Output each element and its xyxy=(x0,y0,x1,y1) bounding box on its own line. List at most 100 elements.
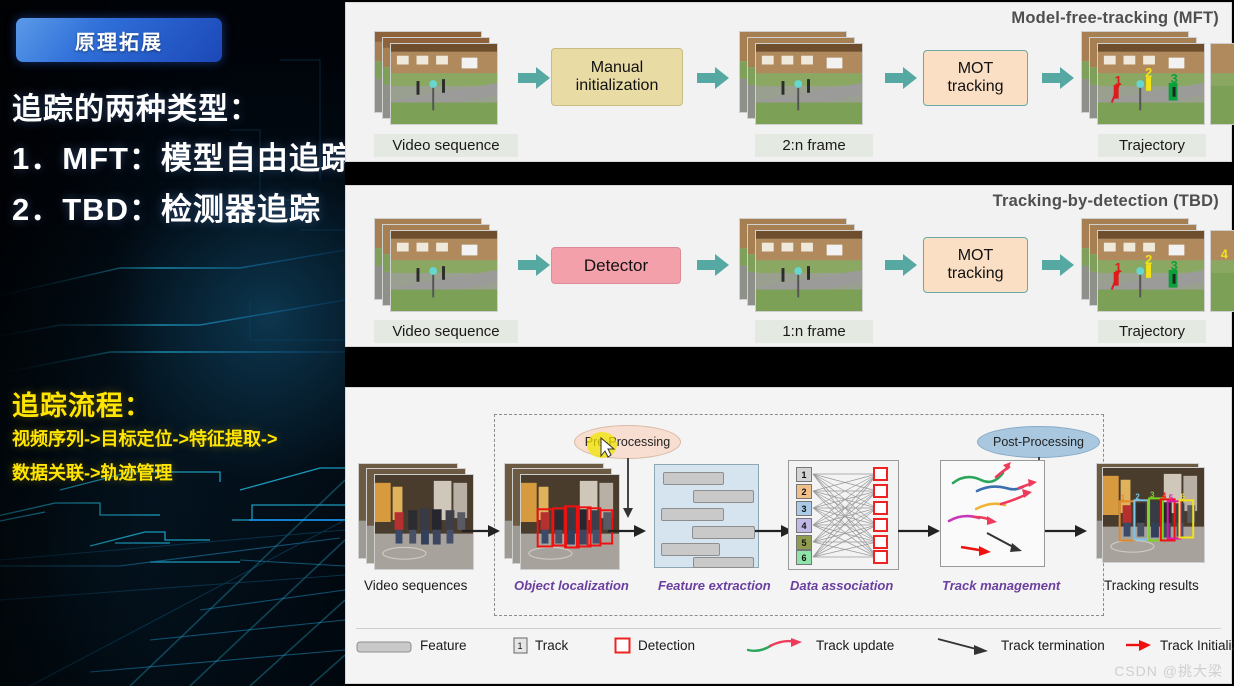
pipeline-arrow-4 xyxy=(898,525,940,537)
tracking-type-item-mft: 1．MFT：模型自由追踪 xyxy=(12,141,345,176)
tbd-arrow-4 xyxy=(1042,254,1074,276)
legend-label-feature: Feature xyxy=(420,638,467,653)
mft-mot-tracking-box: MOT tracking xyxy=(923,50,1028,106)
slide-canvas: 原理拓展 追踪的两种类型： 1．MFT：模型自由追踪 2．TBD：检测器追踪 追… xyxy=(0,0,1234,686)
video-sequences-stack xyxy=(358,463,478,575)
data-association-box: 1 2 3 4 5 6 xyxy=(788,460,899,570)
mft-arrow-4 xyxy=(1042,67,1074,89)
left-text-panel: 原理拓展 追踪的两种类型： 1．MFT：模型自由追踪 2．TBD：检测器追踪 追… xyxy=(0,0,345,686)
svg-text:1: 1 xyxy=(518,641,523,651)
feature-bar xyxy=(663,472,724,485)
feature-bar xyxy=(693,557,754,568)
tbd-arrow-2 xyxy=(697,254,729,276)
tracking-flow-line-2: 数据关联->轨迹管理 xyxy=(12,463,173,483)
track-id-2: 2 xyxy=(796,484,812,499)
track-id-6: 6 xyxy=(796,550,812,565)
feature-bar xyxy=(692,526,755,539)
tracking-flow-line-1: 视频序列->目标定位->特征提取-> xyxy=(12,429,278,449)
pipeline-arrow-5 xyxy=(1045,525,1087,537)
pipeline-arrow-2 xyxy=(608,525,646,537)
track-id-3: 3 xyxy=(796,501,812,516)
svg-text:4: 4 xyxy=(1221,246,1228,261)
detection-slot xyxy=(873,467,888,481)
mft-step2-line1: MOT xyxy=(957,59,994,77)
track-number-icon: 1 xyxy=(513,637,528,654)
feature-bar xyxy=(661,508,724,521)
tracking-types-heading: 追踪的两种类型： xyxy=(12,93,260,126)
tbd-middle-caption: 1:n frame xyxy=(755,320,873,343)
detection-slot xyxy=(873,535,888,549)
legend-label-track-termination: Track termination xyxy=(1001,638,1105,653)
pipeline-arrow-1 xyxy=(462,525,500,537)
track-id-5: 5 xyxy=(796,535,812,550)
section-badge: 原理拓展 xyxy=(16,18,222,62)
detection-slot xyxy=(873,550,888,564)
section-badge-label: 原理拓展 xyxy=(75,31,163,54)
mft-step1-line1: Manual xyxy=(590,58,644,76)
tbd-output-frame-stack: 1 2 3 4 xyxy=(1081,218,1234,318)
track-termination-icon xyxy=(937,638,988,655)
svg-text:6: 6 xyxy=(1180,492,1185,501)
mft-diagram: Model-free-tracking (MFT) Video sequence… xyxy=(345,2,1234,162)
stage-label-video-sequences: Video sequences xyxy=(364,578,468,593)
stage-label-track-management: Track management xyxy=(942,578,1061,593)
detection-slot xyxy=(873,518,888,532)
mft-diagram-title: Model-free-tracking (MFT) xyxy=(1011,9,1219,27)
legend-divider xyxy=(356,628,1221,629)
stage-label-feature-extraction: Feature extraction xyxy=(658,578,771,593)
mft-input-frame-stack xyxy=(374,31,504,131)
legend-label-track-update: Track update xyxy=(816,638,895,653)
legend-label-track-initialization: Track Initialization xyxy=(1160,638,1234,653)
tbd-step2-line1: MOT xyxy=(957,246,994,264)
feature-extraction-box xyxy=(654,464,759,568)
tbd-diagram: Tracking-by-detection (TBD) Video sequen… xyxy=(345,185,1234,347)
feature-bar xyxy=(661,543,720,556)
tbd-arrow-1 xyxy=(518,254,550,276)
tbd-step2-line2: tracking xyxy=(947,265,1004,282)
svg-text:3: 3 xyxy=(1150,490,1155,499)
mft-input-caption: Video sequence xyxy=(374,134,518,157)
tbd-middle-frame-stack xyxy=(739,218,869,318)
tracking-type-item-tbd: 2．TBD：检测器追踪 xyxy=(12,192,321,227)
mft-arrow-3 xyxy=(885,67,917,89)
track-update-icon xyxy=(746,638,802,653)
tbd-input-frame-stack xyxy=(374,218,504,318)
legend-label-track: Track xyxy=(535,638,569,653)
svg-text:4: 4 xyxy=(1162,491,1167,500)
mft-arrow-2 xyxy=(697,67,729,89)
mft-step1-line2: initialization xyxy=(575,77,659,94)
mouse-cursor-highlight xyxy=(587,432,617,458)
svg-text:1: 1 xyxy=(1121,493,1126,502)
mft-step2-line2: tracking xyxy=(947,78,1004,95)
stage-label-data-association: Data association xyxy=(790,578,894,593)
tbd-output-caption: Trajectory xyxy=(1098,320,1206,343)
track-id-1: 1 xyxy=(796,467,812,482)
tbd-detector-box: Detector xyxy=(551,247,681,284)
post-processing-ellipse: Post-Processing xyxy=(977,426,1100,458)
track-initialization-icon xyxy=(1126,640,1151,651)
detection-slot xyxy=(873,501,888,515)
detection-box-icon xyxy=(614,637,631,654)
feature-bar xyxy=(693,490,754,503)
svg-text:5: 5 xyxy=(1169,493,1174,502)
tbd-input-caption: Video sequence xyxy=(374,320,518,343)
tracking-flow-heading: 追踪流程： xyxy=(12,391,152,421)
tracking-results-stack: 1 2 3 4 5 6 xyxy=(1096,463,1216,575)
mft-output-caption: Trajectory xyxy=(1098,134,1206,157)
mft-manual-initialization-box: Manual initialization xyxy=(551,48,683,106)
svg-text:2: 2 xyxy=(1135,492,1140,501)
mft-arrow-1 xyxy=(518,67,550,89)
track-trajectories xyxy=(947,462,1037,556)
csdn-watermark: CSDN @挑大梁 xyxy=(1114,663,1223,679)
legend-label-detection: Detection xyxy=(638,638,696,653)
mft-middle-frame-stack xyxy=(739,31,869,131)
stage-label-object-localization: Object localization xyxy=(514,578,629,593)
tbd-mot-tracking-box: MOT tracking xyxy=(923,237,1028,293)
track-management-box xyxy=(940,460,1045,567)
object-localization-stack xyxy=(504,463,624,575)
track-id-4: 4 xyxy=(796,518,812,533)
mft-output-frame-stack: 1 2 3 xyxy=(1081,31,1234,131)
tbd-diagram-title: Tracking-by-detection (TBD) xyxy=(992,192,1219,210)
tracking-pipeline-diagram: Pre-Processing Post-Processing Video seq… xyxy=(345,387,1234,684)
feature-bar-icon xyxy=(356,641,412,653)
